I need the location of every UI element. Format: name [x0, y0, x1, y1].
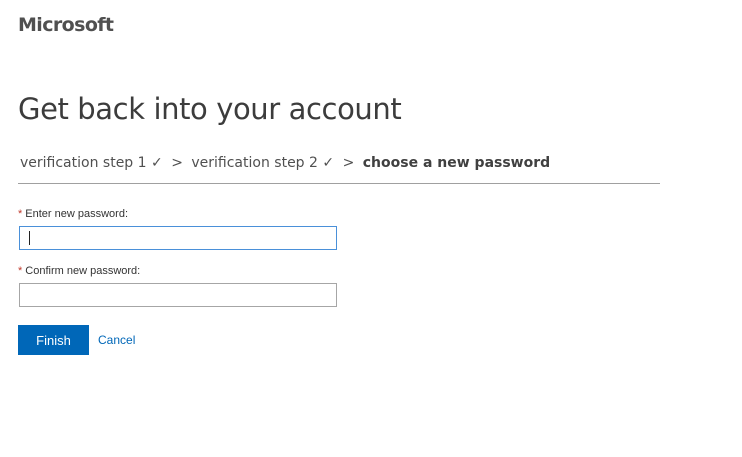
password-reset-page: Microsoft Get back into your account ver…	[0, 0, 742, 457]
breadcrumb-step-1: verification step 1 ✓	[20, 155, 163, 171]
page-title: Get back into your account	[18, 92, 402, 126]
confirm-password-label: * Confirm new password:	[18, 265, 140, 277]
header-divider	[18, 183, 660, 184]
cancel-link[interactable]: Cancel	[98, 333, 135, 347]
text-caret	[29, 231, 30, 245]
microsoft-logo: Microsoft	[18, 14, 114, 36]
breadcrumb-separator: >	[171, 155, 183, 171]
required-marker: *	[18, 208, 23, 220]
required-marker: *	[18, 265, 23, 277]
progress-breadcrumb: verification step 1 ✓ > verification ste…	[20, 155, 660, 171]
confirm-password-label-text: Confirm new password:	[25, 265, 141, 277]
confirm-password-input[interactable]	[19, 283, 337, 307]
new-password-input[interactable]	[19, 226, 337, 250]
new-password-label: * Enter new password:	[18, 208, 128, 220]
finish-button[interactable]: Finish	[18, 325, 89, 355]
breadcrumb-separator: >	[342, 155, 355, 171]
breadcrumb-step-2: verification step 2 ✓	[191, 155, 335, 171]
breadcrumb-current-step: choose a new password	[362, 155, 551, 171]
new-password-label-text: Enter new password:	[25, 208, 128, 220]
